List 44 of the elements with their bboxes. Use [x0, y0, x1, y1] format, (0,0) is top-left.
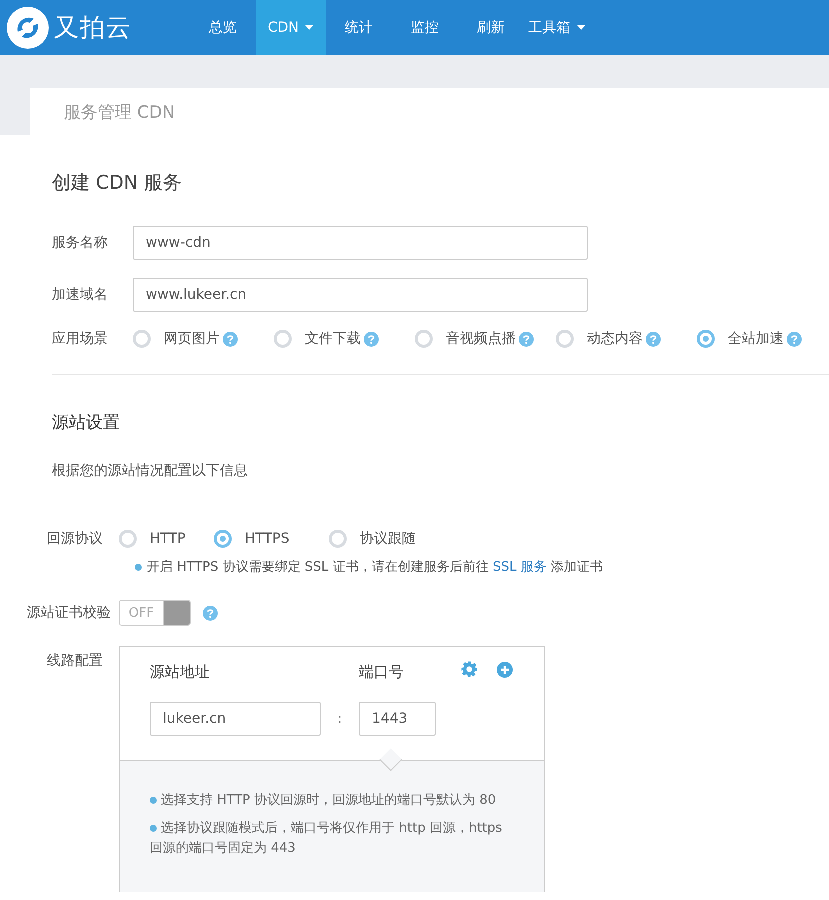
radio-option[interactable]: 文件下载: [274, 330, 415, 348]
input-field[interactable]: www-cdn: [133, 226, 588, 260]
radio-option[interactable]: 音视频点播: [415, 330, 556, 348]
nav-tab[interactable]: 总览: [190, 0, 256, 55]
help-icon[interactable]: [519, 332, 534, 346]
radio-option[interactable]: HTTPS: [214, 530, 329, 548]
tip-text: 选择协议跟随模式后，端口号将仅作用于 http 回源，https 回源的端口号固定为 443: [150, 820, 504, 858]
radio-option[interactable]: 网页图片: [133, 330, 274, 348]
ssl-link[interactable]: SSL 服务: [492, 560, 547, 575]
field-label: 回源协议: [46, 530, 104, 548]
help-icon[interactable]: [364, 332, 379, 346]
field-label: 线路配置: [46, 652, 104, 670]
input-field[interactable]: 1443: [359, 702, 436, 736]
input-field[interactable]: lukeer.cn: [150, 702, 321, 736]
radio-option[interactable]: 动态内容: [556, 330, 697, 348]
column-header: 端口号: [359, 663, 405, 682]
brand-name: 又拍云: [54, 12, 132, 44]
add-icon[interactable]: [497, 662, 513, 678]
bullet-icon: [135, 564, 142, 570]
section-description: 根据您的源站情况配置以下信息: [52, 462, 249, 480]
nav-tab[interactable]: 监控: [392, 0, 458, 55]
logo-icon: [6, 6, 50, 50]
nav-tab[interactable]: 刷新: [458, 0, 524, 55]
nav-tab[interactable]: 统计: [326, 0, 392, 55]
note-text: 开启 HTTPS 协议需要绑定 SSL 证书，请在创建服务后前往 SSL 服务 添加证书: [147, 559, 603, 576]
settings-icon[interactable]: [461, 661, 478, 678]
help-icon[interactable]: [646, 332, 661, 346]
field-label: 加速域名: [52, 286, 109, 304]
help-icon[interactable]: [223, 332, 238, 346]
radio-option[interactable]: HTTP: [119, 530, 214, 548]
field-label: 应用场景: [52, 330, 109, 348]
input-field[interactable]: www.lukeer.cn: [133, 278, 588, 312]
field-label: 源站证书校验: [27, 604, 112, 622]
help-icon[interactable]: [787, 332, 802, 346]
separator: :: [336, 712, 344, 726]
radio-option[interactable]: 协议跟随: [329, 530, 444, 548]
column-header: 源站地址: [150, 663, 211, 682]
section-title: 源站设置: [52, 412, 121, 434]
field-label: 服务名称: [52, 234, 109, 252]
tip-text: 选择支持 HTTP 协议回源时，回源地址的端口号默认为 80: [150, 791, 514, 811]
radio-option[interactable]: 全站加速: [697, 330, 829, 348]
page-title: 创建 CDN 服务: [52, 171, 184, 196]
nav-tab[interactable]: 工具箱: [524, 0, 590, 55]
help-icon[interactable]: [203, 606, 218, 620]
